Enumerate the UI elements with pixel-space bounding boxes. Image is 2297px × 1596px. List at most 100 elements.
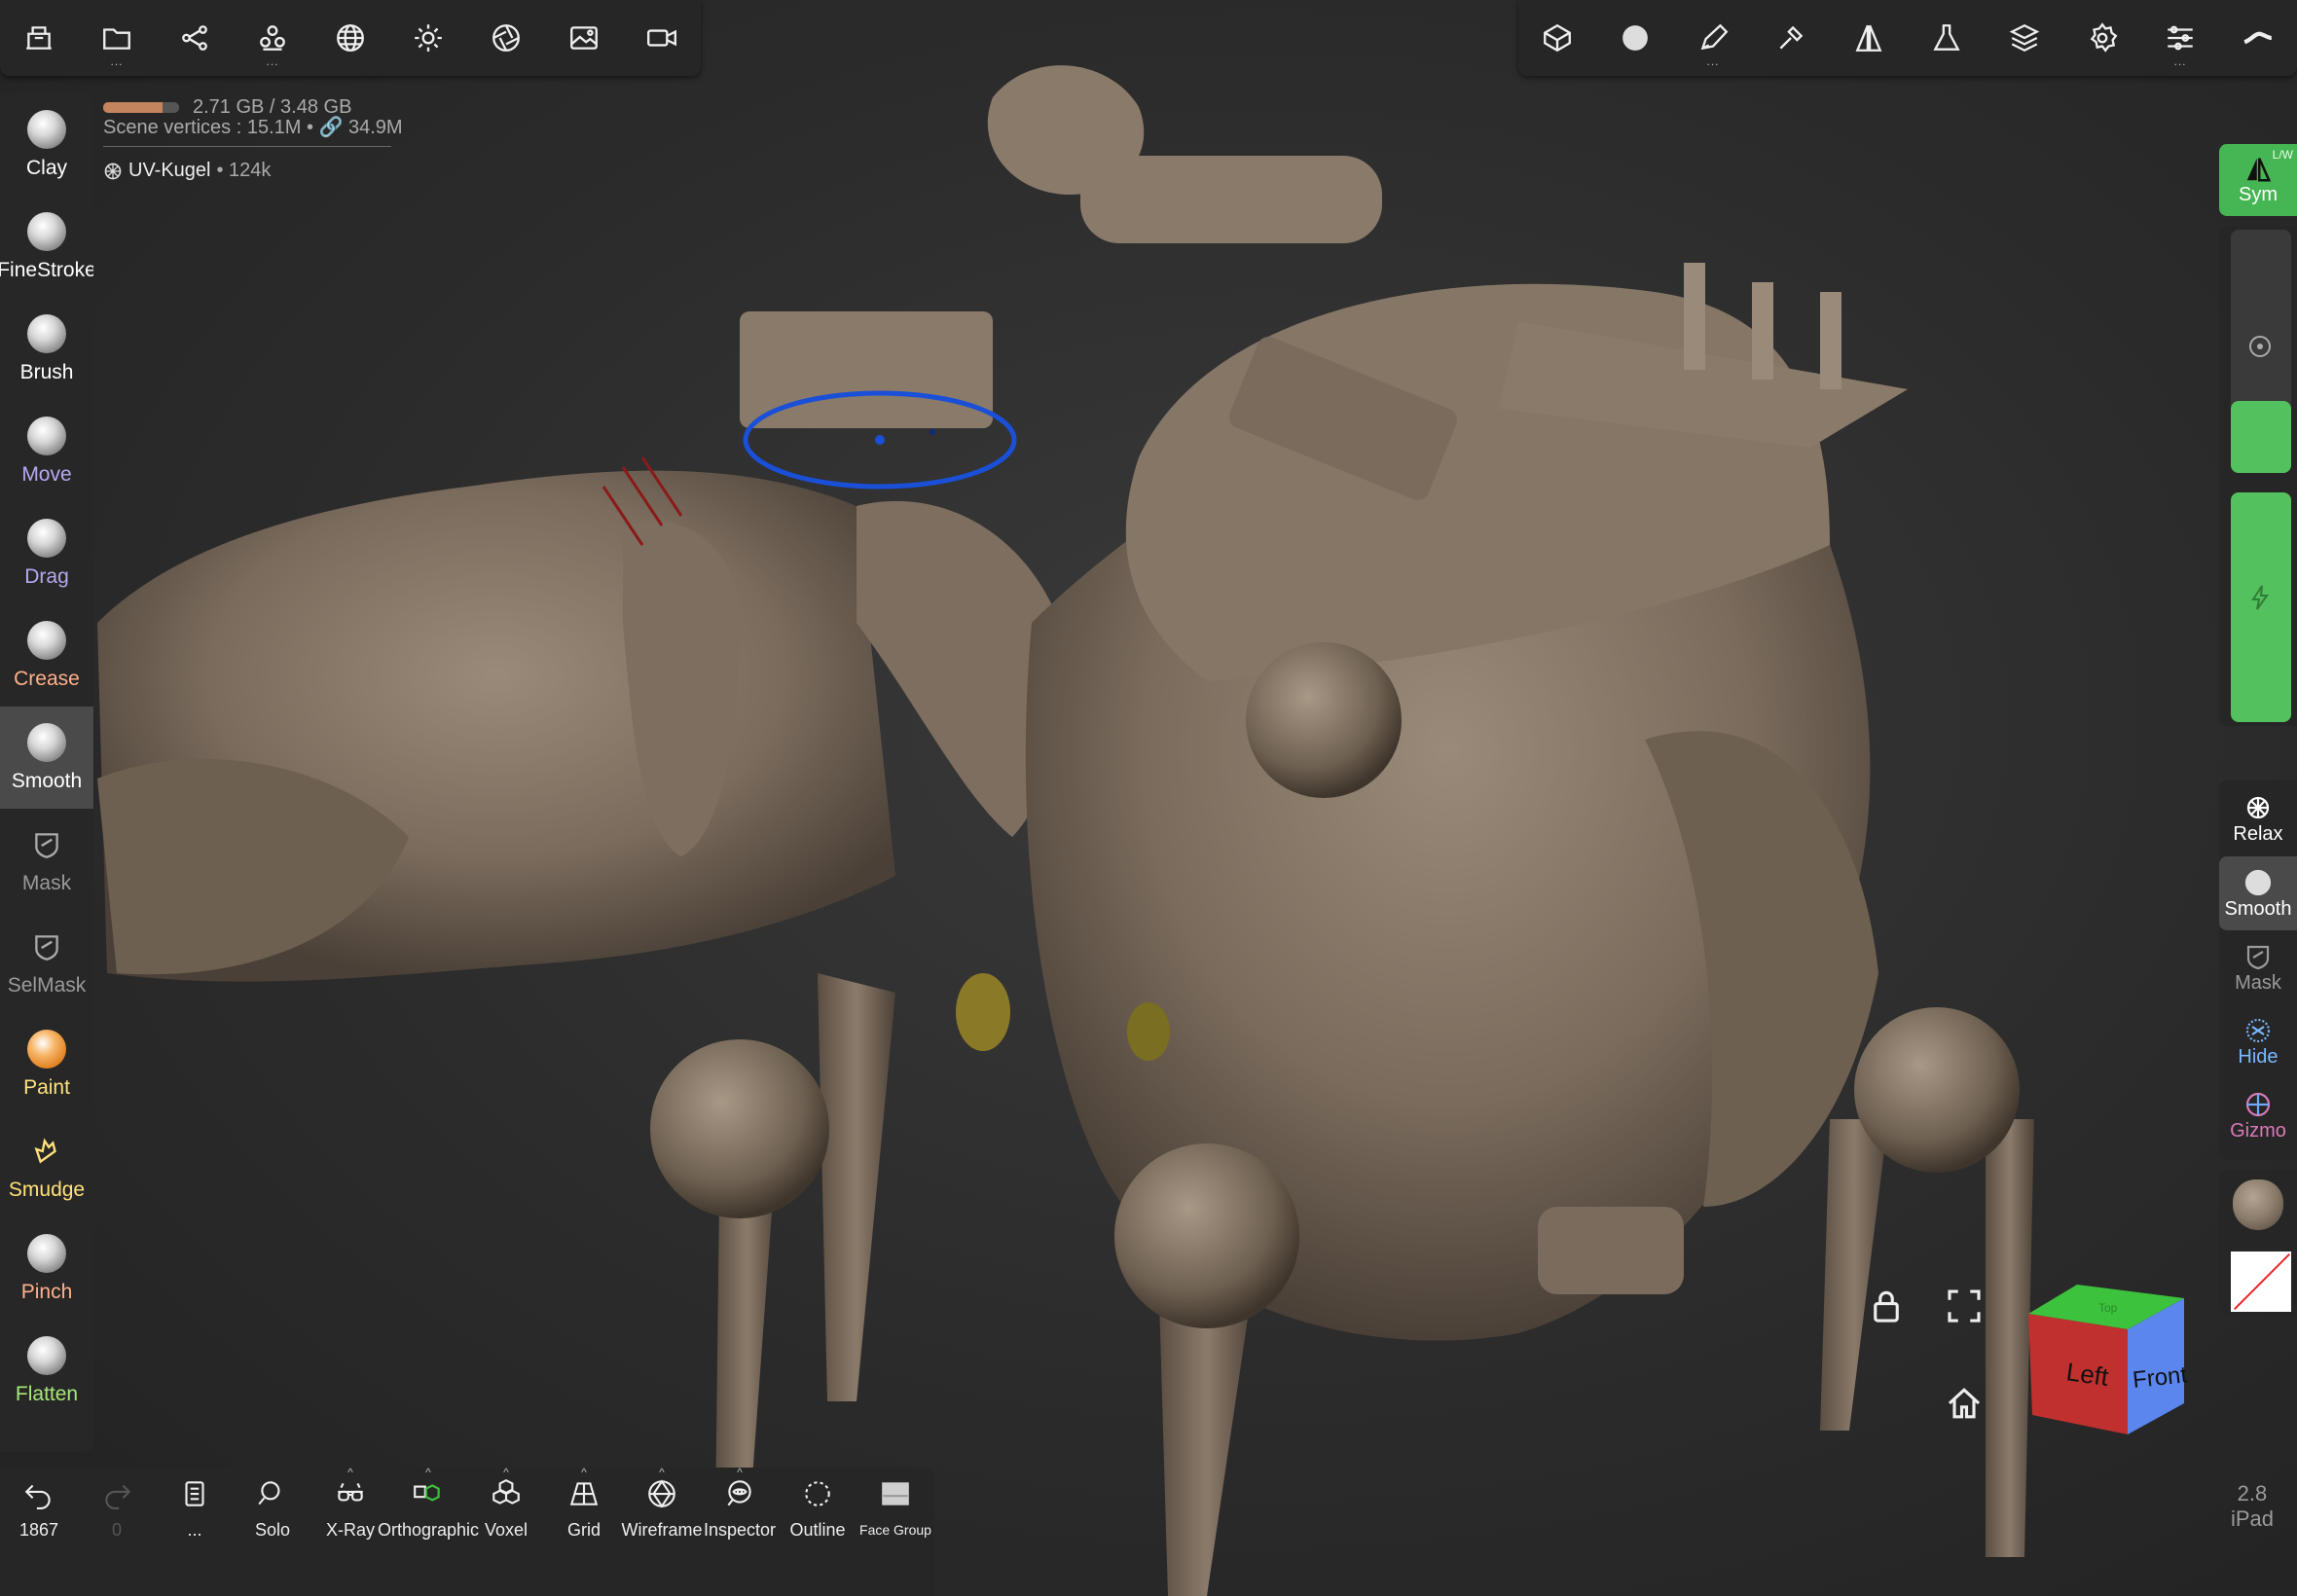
- more-dots: ...: [110, 54, 124, 68]
- quick-gizmo-button[interactable]: Gizmo: [2219, 1078, 2297, 1152]
- image-button[interactable]: [545, 0, 623, 76]
- stroke-button[interactable]: [1752, 0, 1830, 76]
- quick-mask-button[interactable]: Mask: [2219, 930, 2297, 1004]
- pen-icon: [1700, 23, 1729, 51]
- 3d-viewport[interactable]: [0, 0, 2297, 1596]
- smooth-brush-icon: [1622, 25, 1648, 51]
- aperture-button[interactable]: [467, 0, 545, 76]
- view-cube[interactable]: Left Front Top: [2019, 1279, 2190, 1440]
- caret-icon: ^: [659, 1466, 665, 1479]
- cloud-button[interactable]: [2219, 0, 2297, 76]
- quick-hide-button[interactable]: Hide: [2219, 1004, 2297, 1078]
- quick-tool-label: Hide: [2238, 1045, 2279, 1068]
- settings-icon: [2090, 22, 2118, 53]
- search-icon: [258, 1481, 280, 1505]
- toolbar-label: 0: [111, 1520, 122, 1540]
- quick-smooth-button[interactable]: Smooth: [2219, 856, 2297, 930]
- inspector-button[interactable]: ^ Inspector: [701, 1466, 779, 1596]
- material-preview[interactable]: [2233, 1179, 2283, 1230]
- orthographic-button[interactable]: ^ Orthographic: [378, 1466, 479, 1596]
- paint-ball-icon: [27, 1029, 66, 1069]
- undo-icon: [24, 1484, 51, 1509]
- brush-ball-icon: [27, 109, 66, 149]
- pen-button[interactable]: ...: [1674, 0, 1752, 76]
- hide-icon: [2245, 1018, 2271, 1042]
- memory-text: 2.71 GB / 3.48 GB: [193, 96, 352, 118]
- tool-selmask[interactable]: SelMask: [0, 911, 93, 1013]
- color-swatch[interactable]: [2231, 1251, 2291, 1312]
- outline-button[interactable]: Outline: [779, 1468, 857, 1596]
- history-button[interactable]: ...: [156, 1468, 234, 1596]
- toolbar-label: Grid: [566, 1520, 601, 1540]
- face-group-button[interactable]: Face Group: [857, 1468, 934, 1596]
- aperture-icon: [492, 24, 520, 52]
- toolbar-label: ...: [187, 1520, 202, 1540]
- voxel-button[interactable]: ^ Voxel: [467, 1466, 545, 1596]
- active-mesh[interactable]: UV-Kugel • 124k: [103, 161, 403, 181]
- tool-paint[interactable]: Paint: [0, 1013, 93, 1115]
- wireframe-icon: [648, 1479, 675, 1508]
- version-info: 2.8 iPad: [2231, 1481, 2274, 1532]
- flask-button[interactable]: [1908, 0, 1986, 76]
- mask-icon: [35, 832, 58, 858]
- radius-icon: [2249, 336, 2271, 357]
- toolbar-label: Voxel: [484, 1520, 529, 1540]
- mesh-sphere-button[interactable]: [311, 0, 389, 76]
- mesh-name: UV-Kugel: [128, 160, 211, 181]
- tool-label: Flatten: [15, 1382, 79, 1405]
- smooth-brush-button[interactable]: [1596, 0, 1674, 76]
- quick-relax-button[interactable]: Relax: [2219, 780, 2297, 856]
- sun-icon: [415, 24, 442, 52]
- lock-icon[interactable]: [1867, 1287, 1906, 1325]
- tool-crease[interactable]: Crease: [0, 604, 93, 707]
- brush-ball-icon: [27, 722, 66, 762]
- tool-move[interactable]: Move: [0, 400, 93, 502]
- settings-button[interactable]: [2063, 0, 2141, 76]
- grid-button[interactable]: ^ Grid: [545, 1466, 623, 1596]
- tool-label: Brush: [19, 360, 74, 383]
- symmetry-button[interactable]: L/W Sym: [2219, 144, 2297, 216]
- video-camera-button[interactable]: [623, 0, 701, 76]
- home-icon[interactable]: [1945, 1384, 1984, 1423]
- folder-button[interactable]: ...: [78, 0, 156, 76]
- tool-finestroke[interactable]: FineStroke: [0, 196, 93, 298]
- tool-brush[interactable]: Brush: [0, 298, 93, 400]
- tool-flatten[interactable]: Flatten: [0, 1320, 93, 1422]
- voxel-icon: [492, 1478, 520, 1505]
- fullscreen-icon[interactable]: [1945, 1287, 1984, 1325]
- layers-button[interactable]: [1986, 0, 2063, 76]
- wireframe-button[interactable]: ^ Wireframe: [622, 1466, 703, 1596]
- cube-top-label: Top: [2098, 1301, 2118, 1315]
- tool-clay[interactable]: Clay: [0, 93, 93, 196]
- symmetry-button[interactable]: [1830, 0, 1908, 76]
- more-dots: ...: [1706, 54, 1720, 68]
- toolbar-label: X-Ray: [325, 1520, 375, 1540]
- quick-tool-label: Mask: [2235, 971, 2281, 994]
- brush-ball-icon: [27, 1335, 66, 1375]
- topology-button[interactable]: [1518, 0, 1596, 76]
- scene-button[interactable]: [0, 0, 78, 76]
- tool-label: Smudge: [8, 1178, 86, 1201]
- sun-button[interactable]: [389, 0, 467, 76]
- redo-button[interactable]: 0: [78, 1468, 156, 1596]
- tool-drag[interactable]: Drag: [0, 502, 93, 604]
- symmetry-icon: [2246, 157, 2272, 181]
- bottom-toolbar: 1867 0... Solo ^ X-Ray ^ Orthographic ^ Voxel ^ Gr…: [0, 1466, 934, 1596]
- undo-button[interactable]: 1867: [0, 1468, 78, 1596]
- search-button[interactable]: Solo: [234, 1468, 311, 1596]
- quick-tool-label: Smooth: [2224, 897, 2292, 920]
- orthographic-icon: [414, 1484, 440, 1502]
- scene-info: 2.71 GB / 3.48 GB Scene vertices : 15.1M…: [103, 97, 403, 181]
- tool-pinch[interactable]: Pinch: [0, 1217, 93, 1320]
- quick-tool-label: Gizmo: [2230, 1119, 2286, 1142]
- tool-smudge[interactable]: Smudge: [0, 1115, 93, 1217]
- tool-label: Clay: [25, 156, 67, 179]
- tool-smooth[interactable]: Smooth: [0, 707, 93, 809]
- scene-vertices: Scene vertices : 15.1M • 🔗 34.9M: [103, 117, 403, 138]
- smooth-icon: [2244, 869, 2272, 895]
- scene-objects-button[interactable]: ...: [234, 0, 311, 76]
- share-button[interactable]: [156, 0, 234, 76]
- share-icon: [182, 25, 207, 51]
- tool-mask[interactable]: Mask: [0, 809, 93, 911]
- sliders-button[interactable]: ...: [2141, 0, 2219, 76]
